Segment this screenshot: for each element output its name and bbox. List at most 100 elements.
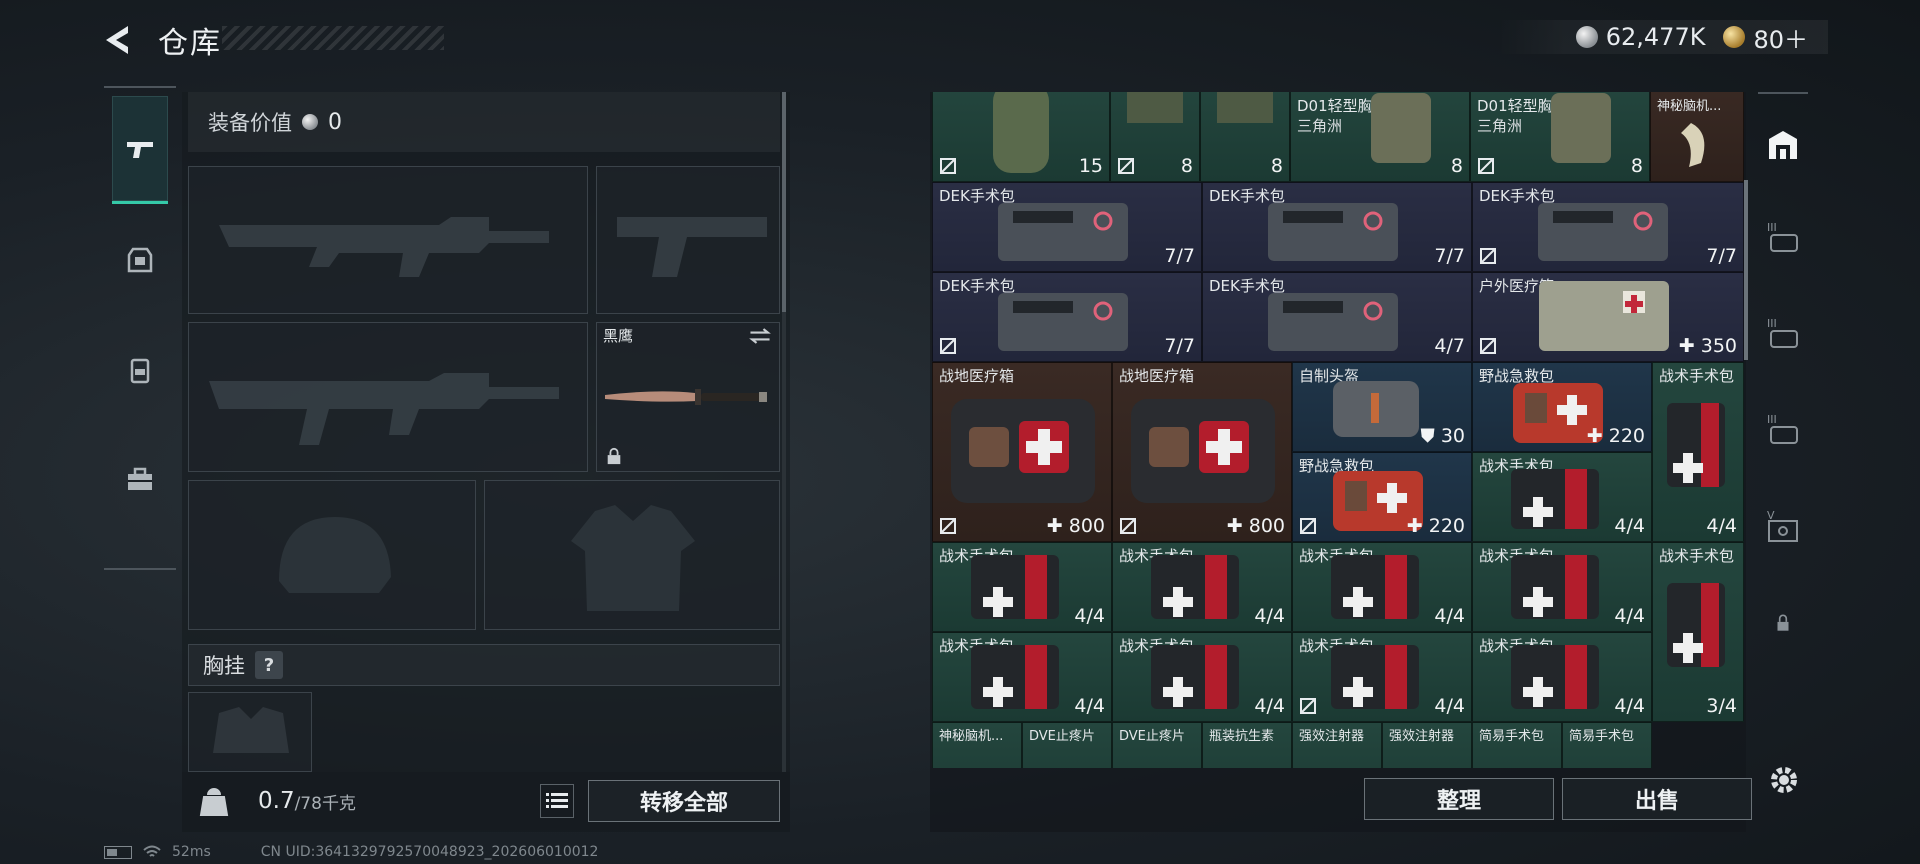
item-name: 简易手术包 bbox=[1569, 729, 1635, 744]
inventory-cell[interactable]: 战术手术包 4/4 bbox=[1472, 632, 1652, 722]
item-quantity: 4/4 bbox=[1254, 695, 1285, 717]
item-quantity: ✚ 800 bbox=[1046, 515, 1105, 537]
item-quantity: 4/4 bbox=[1434, 695, 1465, 717]
inventory-cell[interactable]: 8 bbox=[1110, 92, 1200, 182]
settings-button[interactable] bbox=[1764, 760, 1804, 800]
sell-button[interactable]: 出售 bbox=[1562, 778, 1752, 820]
knife-icon bbox=[605, 389, 767, 405]
back-button[interactable] bbox=[100, 20, 140, 60]
inventory-cell[interactable]: 战术手术包 4/4 bbox=[932, 632, 1112, 722]
status-bar: 52ms CN UID:3641329792570048923_20260601… bbox=[104, 842, 598, 862]
chest-rig-icon bbox=[1371, 93, 1431, 163]
tab-storage-3b[interactable]: III bbox=[1758, 308, 1808, 358]
category-gear[interactable] bbox=[112, 206, 168, 314]
primary-weapon-slot[interactable] bbox=[188, 166, 588, 314]
inventory-cell[interactable]: 8 bbox=[1200, 92, 1290, 182]
warehouse-scrollbar[interactable] bbox=[1744, 180, 1748, 360]
tab-storage-3a[interactable]: III bbox=[1758, 212, 1808, 262]
item-quantity: ✚ 220 bbox=[1406, 515, 1465, 537]
helmet-slot[interactable] bbox=[188, 480, 476, 630]
inventory-cell[interactable]: 战地医疗箱 ✚ 800 bbox=[1112, 362, 1292, 542]
inventory-cell[interactable]: 战术手术包 3/4 bbox=[1652, 542, 1744, 722]
secondary-weapon-slot[interactable] bbox=[188, 322, 588, 472]
inventory-cell[interactable]: 战术手术包 4/4 bbox=[1652, 362, 1744, 542]
inventory-cell[interactable]: DEK手术包 7/7 bbox=[932, 272, 1202, 362]
inventory-cell[interactable]: DEK手术包 7/7 bbox=[1472, 182, 1744, 272]
tab-storage-3c[interactable]: III bbox=[1758, 404, 1808, 454]
inventory-cell[interactable]: 户外医疗箱 ✚ 350 bbox=[1472, 272, 1744, 362]
item-quantity: 4/4 bbox=[1614, 605, 1645, 627]
inventory-cell[interactable]: D01轻型胸挂 三角洲 8 bbox=[1470, 92, 1650, 182]
tab-locked[interactable] bbox=[1758, 598, 1808, 648]
item-name: DVE止疼片 bbox=[1029, 729, 1095, 744]
armor-slot[interactable] bbox=[484, 480, 780, 630]
battery-icon bbox=[104, 845, 132, 859]
item-name: 强效注射器 bbox=[1389, 729, 1455, 744]
category-toolbox[interactable] bbox=[112, 426, 168, 534]
no-insure-icon bbox=[940, 158, 956, 174]
weight-value: 0.7 bbox=[258, 788, 295, 814]
no-insure-icon bbox=[1120, 518, 1136, 534]
inventory-cell[interactable]: DEK手术包 4/7 bbox=[1202, 272, 1472, 362]
inventory-cell[interactable]: 简易手术包 bbox=[1472, 722, 1562, 768]
list-view-button[interactable] bbox=[540, 784, 574, 818]
loadout-scrollbar[interactable] bbox=[782, 92, 786, 312]
category-weapons[interactable] bbox=[112, 96, 168, 204]
item-quantity: 7/7 bbox=[1434, 245, 1465, 267]
surgical-kit-icon bbox=[998, 203, 1128, 261]
inventory-cell[interactable]: 战术手术包 4/4 bbox=[1472, 542, 1652, 632]
help-button[interactable]: ? bbox=[255, 651, 283, 679]
inventory-cell[interactable]: 战术手术包 4/4 bbox=[1292, 632, 1472, 722]
coin-icon bbox=[1575, 26, 1598, 48]
inventory-cell[interactable]: 野战急救包 ✚ 220 bbox=[1472, 362, 1652, 452]
weight-max: /78千克 bbox=[294, 793, 356, 814]
back-arrow-icon bbox=[106, 26, 128, 54]
inventory-cell[interactable]: 15 bbox=[932, 92, 1110, 182]
item-quantity: 4/4 bbox=[1614, 515, 1645, 537]
item-quantity: 4/4 bbox=[1706, 515, 1737, 537]
inventory-cell[interactable]: 战地医疗箱 ✚ 800 bbox=[932, 362, 1112, 542]
melee-slot[interactable]: 黑鹰 bbox=[596, 322, 780, 472]
no-insure-icon bbox=[1300, 518, 1316, 534]
gear-icon bbox=[1771, 767, 1797, 793]
inventory-cell[interactable]: 野战急救包 ✚ 220 bbox=[1292, 452, 1472, 542]
inventory-cell[interactable]: 战术手术包 4/4 bbox=[1112, 542, 1292, 632]
tab-storage-5[interactable]: V bbox=[1758, 500, 1808, 550]
lock-icon bbox=[1777, 614, 1789, 631]
inventory-cell[interactable]: DVE止疼片 bbox=[1022, 722, 1112, 768]
rifle-silhouette-icon bbox=[219, 217, 549, 277]
token-balance[interactable]: 80＋ bbox=[1753, 20, 1808, 55]
inventory-cell[interactable]: DEK手术包 7/7 bbox=[932, 182, 1202, 272]
inventory-cell[interactable]: 战术手术包 4/4 bbox=[1292, 542, 1472, 632]
sort-button[interactable]: 整理 bbox=[1364, 778, 1554, 820]
chest-rig-slot[interactable] bbox=[188, 692, 312, 772]
tab-main-storage[interactable] bbox=[1758, 120, 1808, 170]
inventory-cell[interactable]: 战术手术包 4/4 bbox=[932, 542, 1112, 632]
inventory-cell[interactable]: 战术手术包 4/4 bbox=[1112, 632, 1292, 722]
inventory-cell[interactable]: 强效注射器 bbox=[1292, 722, 1382, 768]
inventory-cell[interactable]: DEK手术包 7/7 bbox=[1202, 182, 1472, 272]
inventory-cell[interactable]: 简易手术包 bbox=[1562, 722, 1652, 768]
sidearm-slot[interactable] bbox=[596, 166, 780, 314]
inventory-cell[interactable]: DVE止疼片 bbox=[1112, 722, 1202, 768]
no-insure-icon bbox=[940, 338, 956, 354]
no-insure-icon bbox=[1118, 158, 1134, 174]
item-name: 强效注射器 bbox=[1299, 729, 1365, 744]
item-quantity: 8 bbox=[1270, 155, 1283, 177]
inventory-cell[interactable]: D01轻型胸挂 三角洲 8 bbox=[1290, 92, 1470, 182]
inventory-cell[interactable]: 神秘脑机... bbox=[932, 722, 1022, 768]
category-backpack[interactable] bbox=[112, 316, 168, 424]
pistol-icon bbox=[127, 141, 153, 158]
inventory-cell[interactable]: 神秘脑机... bbox=[1650, 92, 1744, 182]
crate-tier-3-icon: III bbox=[1767, 413, 1798, 444]
item-quantity: ✚ 800 bbox=[1226, 515, 1285, 537]
transfer-all-button[interactable]: 转移全部 bbox=[588, 780, 780, 822]
category-rail bbox=[104, 86, 176, 570]
currency-bar: 62,477K 80＋ bbox=[1498, 20, 1828, 54]
inventory-cell[interactable]: 战术手术包 4/4 bbox=[1472, 452, 1652, 542]
inventory-cell[interactable]: 强效注射器 bbox=[1382, 722, 1472, 768]
equipment-value-label: 装备价值 bbox=[208, 111, 292, 135]
surgical-kit-icon bbox=[998, 293, 1128, 351]
inventory-cell[interactable]: 自制头盔 ⛊ 30 bbox=[1292, 362, 1472, 452]
inventory-cell[interactable]: 瓶装抗生素 bbox=[1202, 722, 1292, 768]
